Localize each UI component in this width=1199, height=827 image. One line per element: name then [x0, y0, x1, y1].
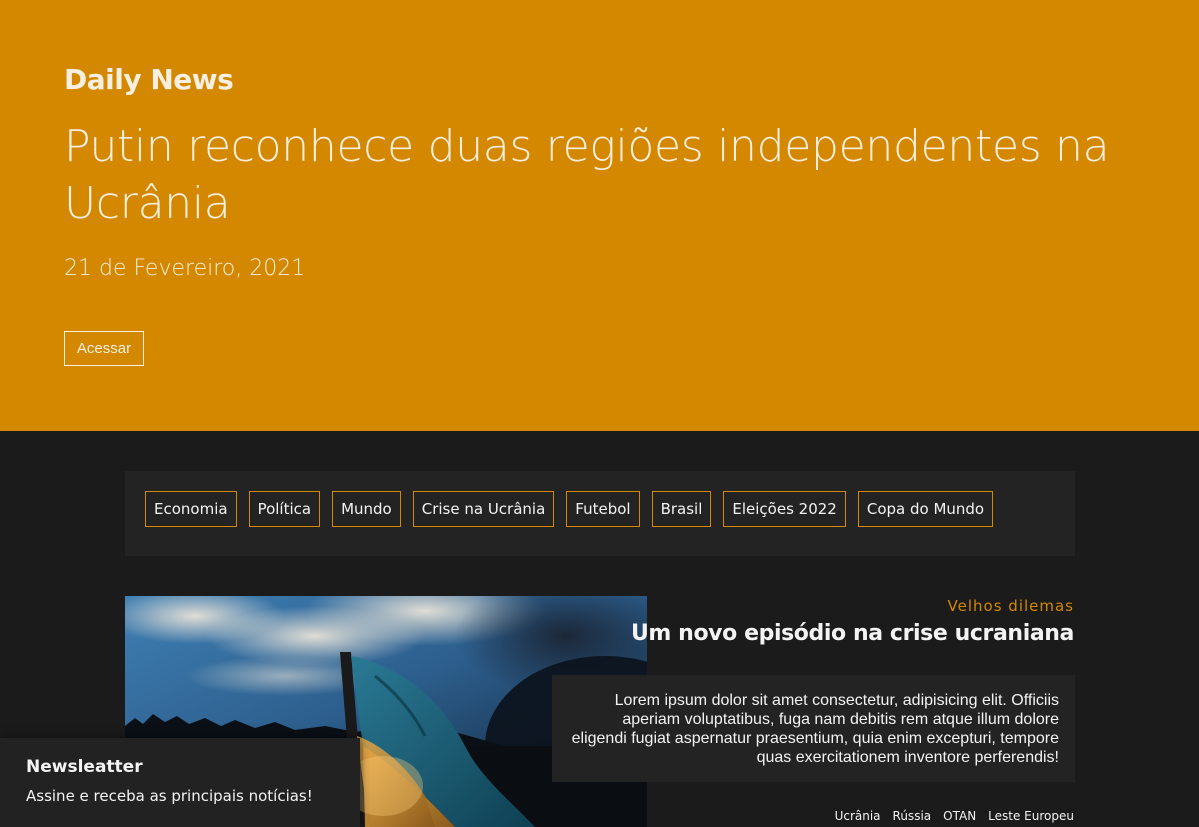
tag-leste-europeu[interactable]: Leste Europeu [988, 809, 1074, 823]
newsletter-title: Newsleatter [26, 757, 143, 777]
category-mundo[interactable]: Mundo [332, 491, 401, 527]
tag-otan[interactable]: OTAN [943, 809, 976, 823]
tag-ucrania[interactable]: Ucrânia [835, 809, 881, 823]
access-button[interactable]: Acessar [64, 331, 144, 366]
category-politica[interactable]: Política [248, 491, 321, 527]
article-title[interactable]: Um novo episódio na crise ucraniana [631, 621, 1074, 646]
category-bar: Economia Política Mundo Crise na Ucrânia… [125, 471, 1075, 556]
site-brand: Daily News [64, 63, 234, 96]
article-excerpt-box: Lorem ipsum dolor sit amet consectetur, … [552, 675, 1075, 782]
category-copa-do-mundo[interactable]: Copa do Mundo [857, 491, 994, 527]
category-eleicoes-2022[interactable]: Eleições 2022 [723, 491, 846, 527]
article-excerpt: Lorem ipsum dolor sit amet consectetur, … [571, 692, 1059, 766]
category-crise-na-ucrania[interactable]: Crise na Ucrânia [412, 491, 555, 527]
article-kicker: Velhos dilemas [947, 597, 1074, 615]
category-brasil[interactable]: Brasil [651, 491, 712, 527]
category-futebol[interactable]: Futebol [566, 491, 640, 527]
hero-banner: Daily News Putin reconhece duas regiões … [0, 0, 1199, 431]
headline-date: 21 de Fevereiro, 2021 [64, 256, 306, 281]
article-tags: Ucrânia Rússia OTAN Leste Europeu [835, 809, 1074, 823]
tag-russia[interactable]: Rússia [893, 809, 932, 823]
category-list: Economia Política Mundo Crise na Ucrânia… [145, 491, 994, 527]
headline: Putin reconhece duas regiões independent… [64, 121, 1110, 229]
category-economia[interactable]: Economia [145, 491, 237, 527]
newsletter-text: Assine e receba as principais notícias! [26, 787, 313, 805]
newsletter-popup[interactable] [0, 738, 360, 827]
